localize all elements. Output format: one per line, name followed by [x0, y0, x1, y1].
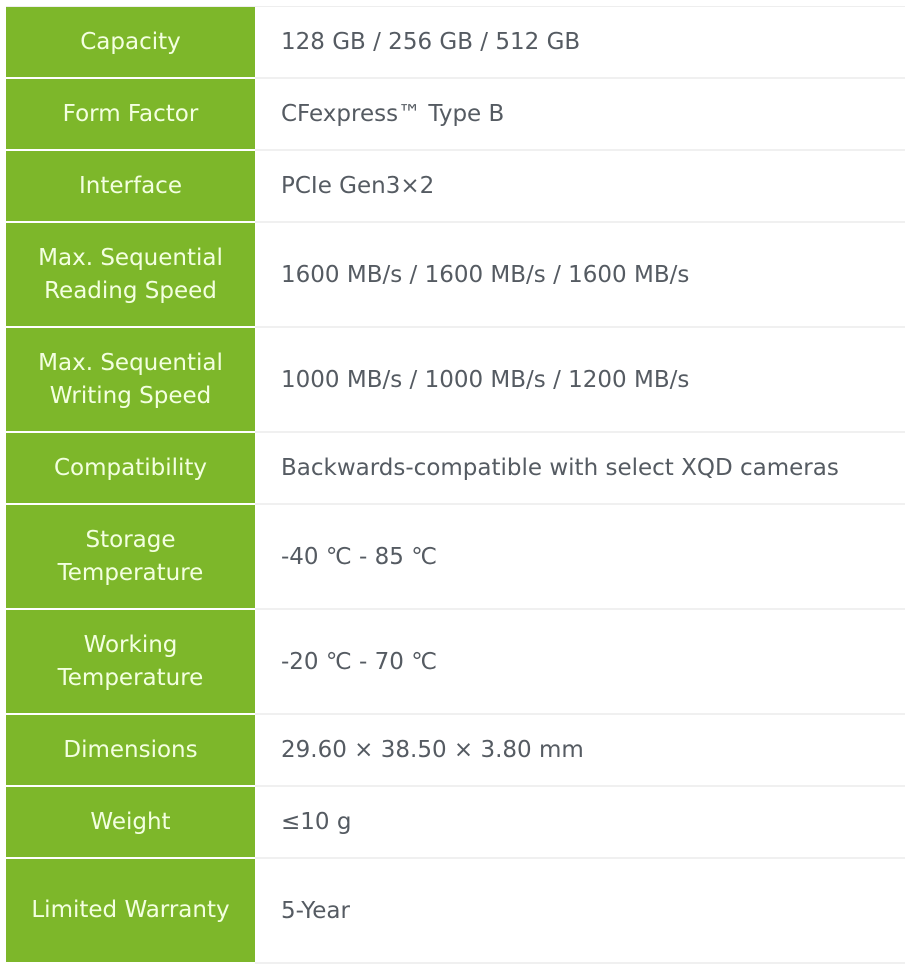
spec-label: Dimensions	[6, 715, 255, 787]
spec-label: Capacity	[6, 7, 255, 79]
spec-row-warranty: Limited Warranty 5-Year	[6, 859, 905, 964]
spec-label: Max. Sequential Writing Speed	[6, 328, 255, 433]
spec-row-storage-temperature: Storage Temperature -40 ℃ - 85 ℃	[6, 505, 905, 610]
spec-value: Backwards-compatible with select XQD cam…	[281, 455, 839, 481]
spec-value: CFexpress™ Type B	[281, 101, 505, 127]
spec-value: ≤10 g	[281, 809, 352, 835]
spec-value: 128 GB / 256 GB / 512 GB	[281, 29, 581, 55]
spec-value: -40 ℃ - 85 ℃	[281, 543, 438, 570]
spec-value: PCIe Gen3×2	[281, 173, 435, 199]
spec-value: 1000 MB/s / 1000 MB/s / 1200 MB/s	[281, 366, 690, 393]
spec-row-dimensions: Dimensions 29.60 × 38.50 × 3.80 mm	[6, 715, 905, 787]
spec-label: Working Temperature	[6, 610, 255, 715]
spec-value: 29.60 × 38.50 × 3.80 mm	[281, 737, 584, 763]
spec-value: 1600 MB/s / 1600 MB/s / 1600 MB/s	[281, 261, 690, 288]
spec-row-interface: Interface PCIe Gen3×2	[6, 151, 905, 223]
spec-value: -20 ℃ - 70 ℃	[281, 648, 438, 675]
spec-row-working-temperature: Working Temperature -20 ℃ - 70 ℃	[6, 610, 905, 715]
spec-row-write-speed: Max. Sequential Writing Speed 1000 MB/s …	[6, 328, 905, 433]
spec-label: Interface	[6, 151, 255, 223]
spec-row-weight: Weight ≤10 g	[6, 787, 905, 859]
spec-label: Storage Temperature	[6, 505, 255, 610]
spec-value: 5-Year	[281, 897, 350, 924]
spec-label: Limited Warranty	[6, 859, 255, 964]
spec-label: Max. Sequential Reading Speed	[6, 223, 255, 328]
spec-label: Form Factor	[6, 79, 255, 151]
spec-table: Capacity 128 GB / 256 GB / 512 GB Form F…	[6, 6, 905, 964]
spec-row-read-speed: Max. Sequential Reading Speed 1600 MB/s …	[6, 223, 905, 328]
spec-row-form-factor: Form Factor CFexpress™ Type B	[6, 79, 905, 151]
spec-label: Weight	[6, 787, 255, 859]
spec-label: Compatibility	[6, 433, 255, 505]
spec-row-capacity: Capacity 128 GB / 256 GB / 512 GB	[6, 7, 905, 79]
spec-row-compatibility: Compatibility Backwards-compatible with …	[6, 433, 905, 505]
